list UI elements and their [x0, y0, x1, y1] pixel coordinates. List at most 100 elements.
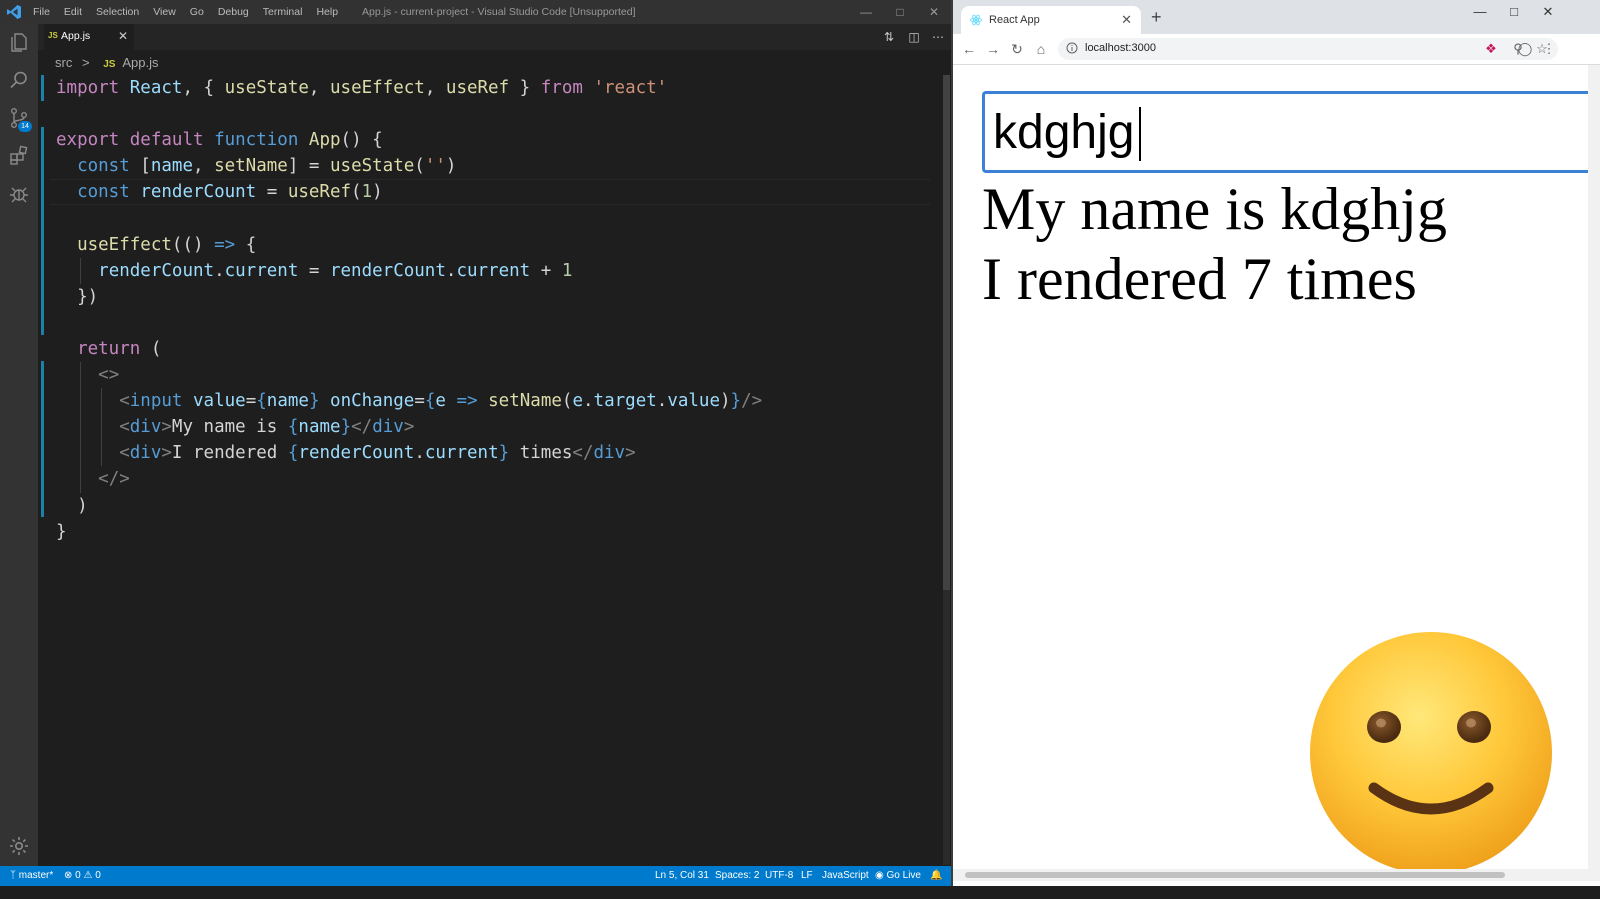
browser-minimize-button[interactable]: — [1466, 4, 1494, 19]
branch-indicator[interactable]: ᛉ master* [10, 866, 53, 886]
code-line[interactable] [56, 310, 762, 336]
go-live-label: Go Live [886, 870, 921, 881]
editor-tab-bar: JS App.js ✕ ⇅ ◫ ⋯ [38, 24, 970, 50]
page-horizontal-scrollbar[interactable] [953, 869, 1600, 881]
explorer-icon[interactable] [7, 30, 31, 54]
new-tab-button[interactable]: + [1151, 7, 1162, 28]
code-line[interactable]: </> [56, 466, 762, 493]
name-text: My name is kdghjg [982, 176, 1447, 242]
code-editor[interactable]: import React, { useState, useEffect, use… [38, 75, 958, 865]
breadcrumb-separator: > [81, 55, 90, 70]
browser-toolbar: ← → ↻ ⌂ localhost:3000 ⚲ ☆ ❖ ◯ ⋮ [953, 34, 1600, 65]
status-bar: ᛉ master* ⊗ 0 ⚠ 0 Ln 5, Col 31 Spaces: 2… [0, 866, 952, 886]
branch-name: master* [18, 870, 54, 881]
language-mode[interactable]: JavaScript [822, 866, 869, 886]
text-caret [1139, 107, 1141, 161]
error-count: 0 [75, 870, 81, 881]
git-gutter [41, 75, 44, 865]
problems-indicator[interactable]: ⊗ 0 ⚠ 0 [64, 866, 101, 886]
breadcrumb-folder[interactable]: src [55, 55, 72, 70]
code-line[interactable]: ) [56, 493, 762, 519]
code-line[interactable]: import React, { useState, useEffect, use… [56, 75, 762, 101]
window-title: App.js - current-project - Visual Studio… [362, 6, 636, 18]
menu-view[interactable]: View [153, 6, 176, 18]
menu-selection[interactable]: Selection [96, 6, 139, 18]
code-line[interactable]: renderCount.current = renderCount.curren… [56, 257, 762, 284]
editor-scroll-thumb[interactable] [943, 75, 950, 590]
horizontal-scroll-thumb[interactable] [965, 872, 1505, 878]
close-tab-icon[interactable]: ✕ [1121, 12, 1132, 28]
tab-app-js[interactable]: JS App.js ✕ [44, 24, 134, 50]
code-line[interactable]: <> [56, 362, 762, 389]
line-ending[interactable]: LF [801, 866, 813, 886]
browser-tab-react-app[interactable]: React App ✕ [961, 6, 1141, 34]
debug-icon[interactable] [7, 182, 31, 206]
js-file-icon: JS [103, 59, 116, 70]
profile-avatar[interactable]: ◯ [1517, 41, 1533, 57]
page-vertical-scrollbar[interactable] [1588, 65, 1600, 869]
search-icon[interactable] [7, 68, 31, 92]
tab-close-icon[interactable]: ✕ [118, 29, 128, 43]
source-control-badge: 14 [18, 121, 32, 132]
menu-edit[interactable]: Edit [64, 6, 82, 18]
home-icon[interactable]: ⌂ [1032, 40, 1050, 58]
code-line[interactable]: const [name, setName] = useState('') [56, 153, 762, 179]
tab-label: App.js [61, 30, 91, 42]
code-content[interactable]: import React, { useState, useEffect, use… [50, 75, 930, 545]
code-line[interactable]: <div>I rendered {renderCount.current} ti… [56, 440, 762, 467]
url-text: localhost:3000 [1085, 42, 1156, 54]
menu-help[interactable]: Help [316, 6, 338, 18]
browser-window: React App ✕ + — □ ✕ ← → ↻ ⌂ localhost:30… [953, 0, 1600, 899]
menu-go[interactable]: Go [190, 6, 204, 18]
site-info-icon[interactable] [1066, 42, 1078, 54]
back-icon[interactable]: ← [960, 40, 978, 58]
warning-count: 0 [95, 870, 101, 881]
go-live-button[interactable]: ◉ Go Live [875, 866, 921, 886]
js-file-icon: JS [48, 31, 58, 40]
encoding[interactable]: UTF-8 [765, 866, 793, 886]
bell-icon[interactable]: 🔔 [930, 866, 942, 886]
browser-close-button[interactable]: ✕ [1534, 4, 1562, 20]
screen-bottom-strip [0, 886, 1600, 899]
extension-icon[interactable]: ❖ [1483, 41, 1499, 57]
code-line[interactable]: const renderCount = useRef(1) [50, 179, 930, 206]
react-favicon-icon [970, 14, 982, 26]
browser-menu-icon[interactable]: ⋮ [1541, 41, 1557, 57]
menu-file[interactable]: File [33, 6, 50, 18]
indentation[interactable]: Spaces: 2 [715, 866, 759, 886]
code-line[interactable]: <div>My name is {name}</div> [56, 414, 762, 441]
more-actions-icon[interactable]: ⋯ [930, 29, 946, 45]
settings-gear-icon[interactable] [7, 834, 31, 858]
code-line[interactable]: } [56, 519, 762, 545]
menu-terminal[interactable]: Terminal [263, 6, 303, 18]
editor-scrollbar[interactable] [943, 75, 950, 865]
name-input[interactable] [982, 91, 1600, 173]
code-line[interactable]: useEffect(() => { [56, 232, 762, 258]
menu-debug[interactable]: Debug [218, 6, 249, 18]
vscode-window: File Edit Selection View Go Debug Termin… [0, 0, 970, 899]
code-line[interactable] [56, 101, 762, 127]
code-line[interactable]: }) [56, 284, 762, 310]
code-line[interactable] [56, 205, 762, 231]
code-line[interactable]: return ( [56, 336, 762, 362]
split-editor-icon[interactable]: ◫ [906, 29, 922, 45]
cursor-position[interactable]: Ln 5, Col 31 [655, 866, 709, 886]
code-line[interactable]: export default function App() { [56, 127, 762, 153]
vscode-menubar: File Edit Selection View Go Debug Termin… [33, 0, 352, 24]
reload-icon[interactable]: ↻ [1008, 40, 1026, 58]
activity-bar: 14 [0, 24, 38, 886]
breadcrumb: src > JS App.js [55, 53, 158, 73]
page-viewport: My name is kdghjg I rendered 7 times [953, 65, 1600, 899]
code-line[interactable]: <input value={name} onChange={e => setNa… [56, 388, 762, 415]
render-count-text: I rendered 7 times [982, 246, 1417, 312]
extensions-icon[interactable] [7, 144, 31, 168]
vscode-close-button[interactable]: ✕ [916, 0, 952, 24]
breadcrumb-file[interactable]: App.js [122, 55, 158, 70]
browser-maximize-button[interactable]: □ [1500, 4, 1528, 19]
vscode-minimize-button[interactable]: — [848, 0, 884, 24]
vscode-maximize-button[interactable]: □ [882, 0, 918, 24]
vscode-titlebar: File Edit Selection View Go Debug Termin… [0, 0, 970, 24]
forward-icon[interactable]: → [984, 40, 1002, 58]
browser-tab-strip: React App ✕ + — □ ✕ [953, 0, 1600, 34]
open-changes-icon[interactable]: ⇅ [881, 29, 897, 45]
